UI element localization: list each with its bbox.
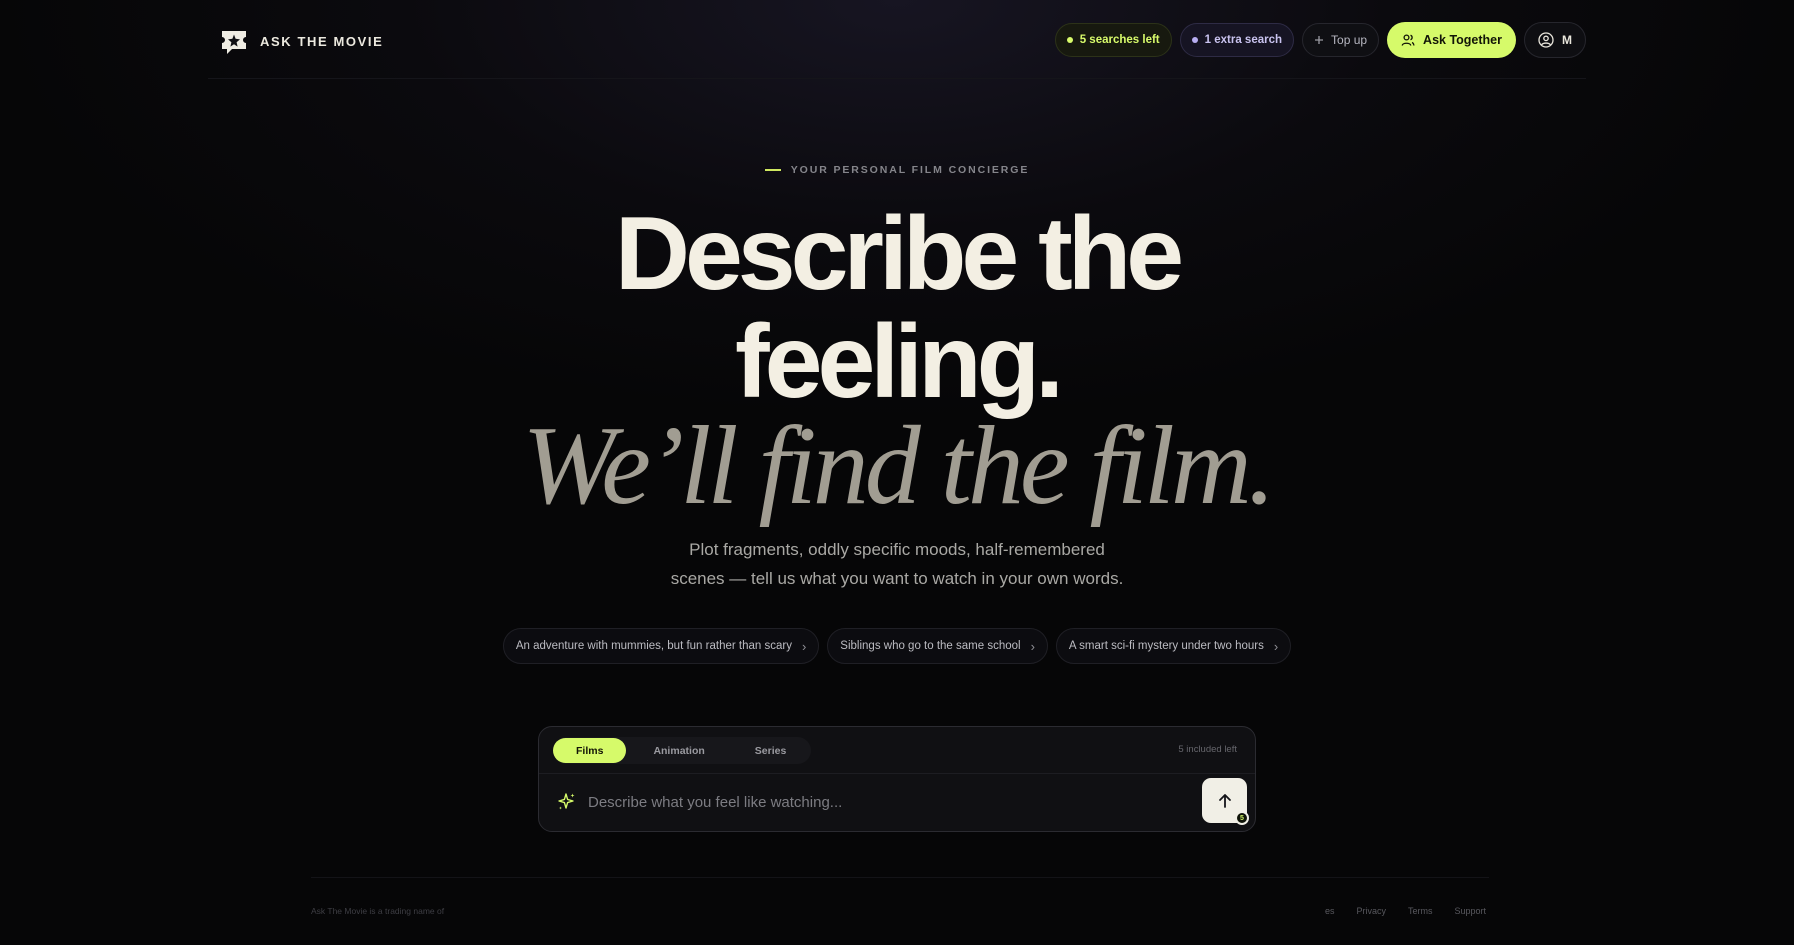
footer-links: es Privacy Terms Support [1325,906,1486,916]
chevron-right-icon: › [1273,638,1279,654]
header-actions: 5 searches left 1 extra search Top up As… [1054,22,1586,58]
tab-series[interactable]: Series [732,738,810,763]
remaining-count-badge: 5 [1235,811,1249,825]
footer-divider [311,877,1489,878]
suggestion-chip[interactable]: A smart sci-fi mystery under two hours › [1055,628,1292,664]
brand-logo[interactable]: ASK THE MOVIE [218,27,383,55]
top-up-label: Top up [1331,33,1368,47]
hero-subtitle-line-1: Plot fragments, oddly specific moods, ha… [689,540,1105,559]
searches-left-badge[interactable]: 5 searches left [1054,23,1172,57]
tab-animation[interactable]: Animation [630,738,727,763]
suggestion-chip-label: An adventure with mummies, but fun rathe… [515,640,792,652]
suggestion-chip-label: A smart sci-fi mystery under two hours [1068,640,1264,652]
eyebrow-accent-line [764,169,781,171]
status-dot-icon [1191,37,1198,43]
search-panel: Films Animation Series 5 included left 5 [538,726,1256,832]
searches-left-label: 5 searches left [1079,34,1160,46]
top-bar: ASK THE MOVIE 5 searches left 1 extra se… [208,0,1586,79]
status-dot-icon [1066,37,1073,43]
footer-link-terms[interactable]: Terms [1408,906,1433,916]
tab-films[interactable]: Films [553,738,627,763]
hero-subtitle-line-2: scenes — tell us what you want to watch … [670,568,1124,588]
extra-search-label: 1 extra search [1204,34,1283,46]
footer-link-partial[interactable]: es [1325,906,1335,916]
arrow-up-icon [1218,793,1231,808]
send-button[interactable]: 5 [1202,778,1249,825]
chevron-right-icon: › [1030,638,1035,654]
chevron-right-icon: › [801,638,807,654]
ask-together-button[interactable]: Ask Together [1387,22,1516,58]
account-menu-button[interactable]: M [1524,22,1586,58]
headline-line-3: We’ll find the film. [522,404,1276,528]
users-icon [1401,34,1415,46]
headline-line-1: Describe the [614,196,1184,312]
extra-search-badge[interactable]: 1 extra search [1179,23,1295,57]
search-divider [539,773,1255,774]
footer-link-support[interactable]: Support [1454,906,1486,916]
search-input[interactable] [586,786,1170,818]
suggestion-chip-label: Siblings who go to the same school [840,640,1021,652]
account-initial: M [1562,33,1572,47]
ask-together-label: Ask Together [1423,33,1502,47]
eyebrow-text: YOUR PERSONAL FILM CONCIERGE [790,164,1030,176]
user-circle-icon [1538,32,1554,48]
media-type-tabs: Films Animation Series [553,737,812,764]
suggestion-chips: An adventure with mummies, but fun rathe… [0,628,1794,664]
sparkle-icon [558,793,575,810]
included-left-counter: 5 included left [1178,744,1237,755]
hero-subtitle: Plot fragments, oddly specific moods, ha… [0,536,1794,593]
hero-eyebrow: YOUR PERSONAL FILM CONCIERGE [0,164,1794,176]
footer-legal-text: Ask The Movie is a trading name of [311,906,445,916]
logo-icon [222,31,246,54]
footer-link-privacy[interactable]: Privacy [1356,906,1386,916]
brand-name: ASK THE MOVIE [260,33,384,49]
plus-icon [1315,36,1324,44]
suggestion-chip[interactable]: Siblings who go to the same school › [827,628,1048,664]
headline-line-2: feeling. [734,304,1064,420]
suggestion-chip[interactable]: An adventure with mummies, but fun rathe… [502,628,820,664]
top-up-button[interactable]: Top up [1302,23,1380,57]
